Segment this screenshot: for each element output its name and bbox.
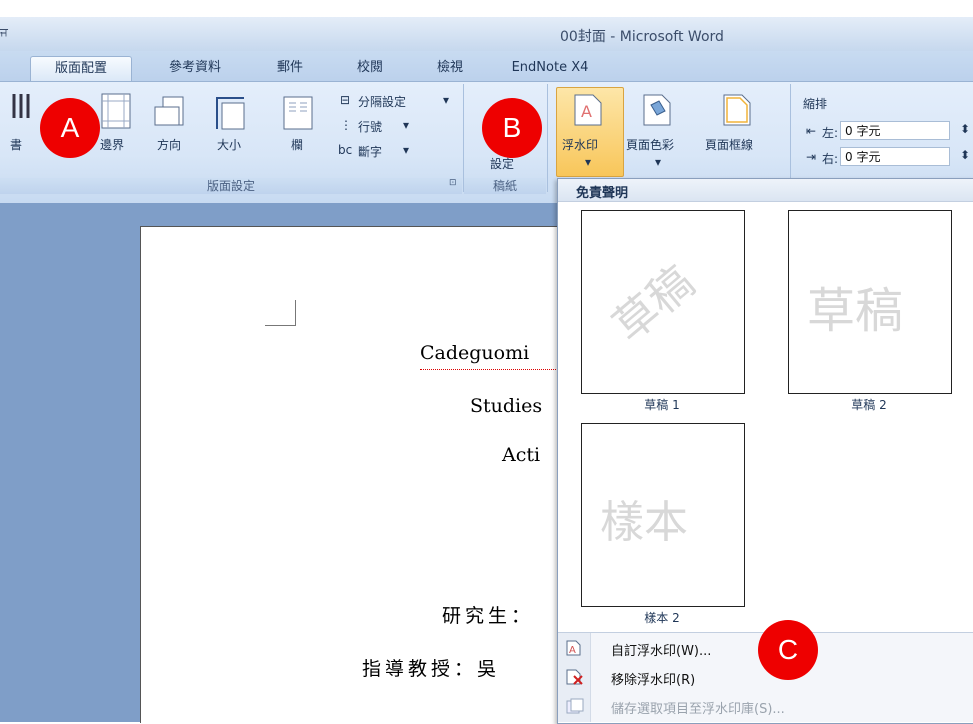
indent-left-spinner-icon[interactable]: ⬍	[960, 122, 970, 136]
tab-page-layout[interactable]: 版面配置	[30, 56, 132, 81]
page-borders-icon[interactable]	[722, 93, 754, 131]
watermark-dropdown-icon[interactable]: ▾	[585, 155, 591, 169]
page-setup-group-label: 版面設定	[0, 178, 462, 194]
group-separator	[547, 84, 548, 192]
top-margin	[0, 0, 973, 17]
app-menu-icon[interactable]: ਜ	[0, 25, 8, 40]
gallery-section-header: 免責聲明	[558, 179, 973, 202]
line-numbers-dropdown-icon[interactable]: ▾	[403, 118, 409, 132]
page-borders-label[interactable]: 頁面框線	[705, 136, 753, 153]
save-to-gallery-icon	[566, 698, 584, 718]
remove-watermark-icon	[566, 669, 584, 689]
gallery-section-title: 免責聲明	[576, 186, 629, 201]
margins-label[interactable]: 邊界	[100, 136, 124, 153]
tab-review[interactable]: 校閱	[345, 56, 395, 80]
document-line: Studies	[470, 395, 543, 417]
watermark-preview-text: 樣本	[600, 497, 688, 548]
watermark-preview-text: 草稿	[807, 283, 904, 339]
hyphenation-dropdown-icon[interactable]: ▾	[403, 143, 409, 157]
document-line: Acti	[502, 444, 541, 466]
page-color-label[interactable]: 頁面色彩	[626, 136, 674, 153]
columns-icon[interactable]	[282, 95, 316, 135]
remove-watermark-menu-item[interactable]: 移除浮水印(R)	[611, 669, 695, 688]
breaks-dropdown-icon[interactable]: ▾	[443, 93, 449, 107]
document-line: 研究生：	[442, 605, 535, 627]
indent-left-label: 左:	[822, 126, 839, 140]
text-direction-icon[interactable]	[8, 92, 38, 136]
ribbon-tab-strip	[0, 51, 973, 81]
custom-watermark-icon: A	[566, 640, 582, 660]
hyphenation-icon[interactable]: bc	[338, 143, 352, 157]
callout-marker-a: A	[40, 98, 100, 158]
spelling-error-underline	[420, 366, 560, 370]
save-to-watermark-gallery-menu-item: 儲存選取項目至浮水印庫(S)...	[611, 702, 785, 717]
margins-icon[interactable]	[100, 92, 134, 136]
indent-right-spinner-icon[interactable]: ⬍	[960, 148, 970, 162]
document-line: 指導教授：吳	[362, 658, 501, 680]
watermark-caption: 樣本 2	[644, 611, 680, 625]
svg-text:A: A	[581, 102, 592, 121]
document-page[interactable]	[140, 226, 622, 723]
indent-right-input[interactable]: 0 字元	[840, 147, 950, 166]
watermark-label[interactable]: 浮水印	[562, 136, 598, 153]
indent-heading: 縮排	[803, 97, 828, 111]
document-line: Cadeguomi	[420, 342, 530, 364]
manuscript-group-label: 稿紙	[464, 178, 546, 194]
orientation-label[interactable]: 方向	[157, 136, 181, 153]
indent-right-label: 右:	[822, 152, 839, 166]
tab-mailings[interactable]: 郵件	[265, 56, 315, 80]
indent-left-icon: ⇤	[806, 124, 817, 138]
svg-text:A: A	[569, 645, 576, 656]
watermark-preview-text: 草稿	[603, 256, 704, 353]
window-title: 00封面 - Microsoft Word	[560, 29, 724, 45]
page-setup-dialog-launcher-icon[interactable]: ⊡	[449, 178, 457, 188]
custom-watermark-menu-item[interactable]: 自訂浮水印(W)...	[611, 640, 711, 659]
watermark-caption: 草稿 2	[851, 398, 887, 412]
line-numbers-button[interactable]: 行號	[358, 118, 382, 135]
tab-references[interactable]: 參考資料	[150, 56, 240, 80]
size-icon[interactable]	[214, 95, 248, 135]
callout-marker-c: C	[758, 620, 818, 680]
page-color-icon[interactable]	[642, 93, 674, 131]
orientation-icon[interactable]	[153, 95, 187, 135]
tab-endnote[interactable]: EndNote X4	[495, 56, 605, 80]
group-separator	[463, 84, 464, 192]
text-direction-label[interactable]: 書	[10, 136, 22, 153]
breaks-icon[interactable]: ⊟	[340, 93, 350, 107]
indent-right-icon: ⇥	[806, 150, 817, 164]
group-separator	[790, 84, 791, 192]
watermark-option-sample-2[interactable]: 樣本	[581, 423, 745, 607]
indent-left-input[interactable]: 0 字元	[840, 121, 950, 140]
callout-marker-b: B	[482, 98, 542, 158]
hyphenation-button[interactable]: 斷字	[358, 143, 382, 160]
margin-corner-mark	[265, 300, 296, 326]
size-label[interactable]: 大小	[217, 136, 241, 153]
breaks-button[interactable]: 分隔設定	[358, 93, 406, 110]
watermark-option-draft-2[interactable]: 草稿	[788, 210, 952, 394]
watermark-icon[interactable]: A	[573, 93, 605, 131]
title-bar: ਜ 00封面 - Microsoft Word	[0, 17, 973, 51]
tab-view[interactable]: 檢視	[425, 56, 475, 80]
watermark-caption: 草稿 1	[644, 398, 680, 412]
line-numbers-icon[interactable]: ⋮	[340, 118, 352, 132]
watermark-option-draft-1[interactable]: 草稿	[581, 210, 745, 394]
columns-label[interactable]: 欄	[291, 136, 303, 153]
page-color-dropdown-icon[interactable]: ▾	[655, 155, 661, 169]
